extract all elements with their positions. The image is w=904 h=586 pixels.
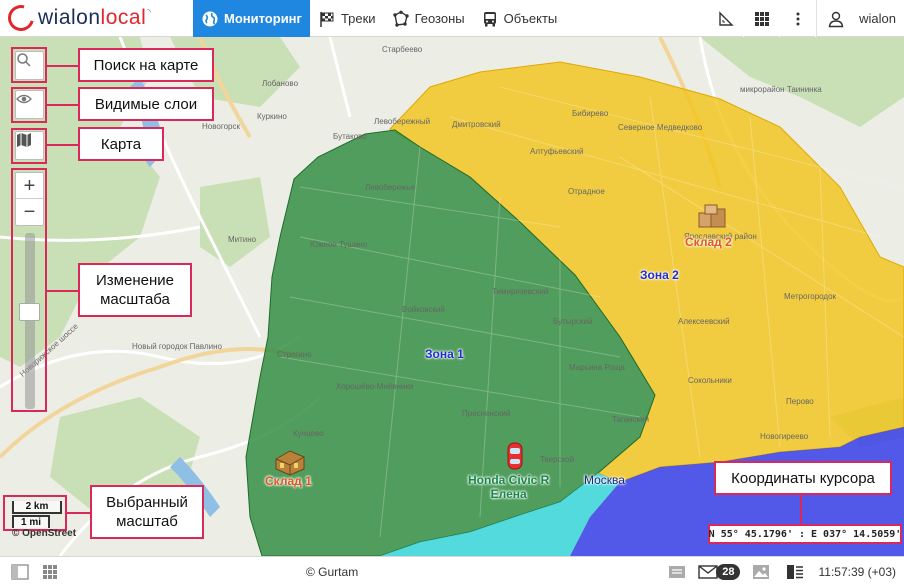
- tab-tracks[interactable]: Треки: [310, 0, 384, 37]
- callout-zoom: Изменение масштаба: [78, 263, 192, 317]
- signal-icon: ◝: [147, 6, 151, 17]
- bus-icon: [483, 11, 496, 26]
- callout-map: Карта: [78, 127, 164, 161]
- grid-icon: [754, 11, 769, 26]
- checkered-flag-icon: [320, 11, 334, 27]
- map-label: Строгино: [277, 350, 312, 359]
- map-label: Бутырский: [553, 317, 593, 326]
- document-list-icon: [787, 565, 804, 579]
- map-label: Южное Тушино: [310, 240, 368, 249]
- copyright: © Gurtam: [306, 565, 359, 579]
- map-label: Сокольники: [688, 376, 732, 385]
- measure-tool-button[interactable]: [708, 0, 745, 37]
- ruler-triangle-icon: [718, 10, 734, 26]
- toggle-widgets-button[interactable]: [38, 562, 62, 582]
- highlight-zoom: [11, 168, 47, 412]
- map-label: Бутаково: [333, 132, 367, 141]
- highlight-map: [11, 128, 47, 164]
- toggle-panel-button[interactable]: [8, 562, 32, 582]
- map-label: Алексеевский: [678, 317, 730, 326]
- messages-button[interactable]: 28: [698, 557, 741, 586]
- server-time: 11:57:39 (+03): [818, 565, 896, 579]
- map-label: Северное Медведково: [618, 123, 703, 132]
- map-label: Лобаново: [262, 79, 299, 88]
- user-menu[interactable]: wialon: [817, 10, 904, 28]
- map-label: микрорайон Таининка: [740, 85, 822, 94]
- map-label: Перово: [786, 397, 814, 406]
- callout-scale: Выбранный масштаб: [90, 485, 204, 539]
- map-label: Войковский: [402, 305, 445, 314]
- image-icon: [753, 565, 770, 579]
- notes-button[interactable]: [664, 557, 690, 586]
- scale-bar: 2 km 1 mi: [8, 500, 66, 530]
- logo-mark-icon: [3, 0, 39, 36]
- cursor-coordinates: N 55° 45.1796' : E 037° 14.5059': [708, 524, 902, 544]
- map-label: Тимирязевский: [492, 287, 549, 296]
- unit-label: Honda Civic R Елена: [468, 473, 550, 501]
- car-icon[interactable]: [507, 442, 523, 470]
- callout-search: Поиск на карте: [78, 48, 214, 82]
- map-label: Новый городок Павлино: [132, 342, 222, 351]
- tab-units[interactable]: Объекты: [473, 0, 566, 37]
- list-card-icon: [669, 566, 686, 578]
- map-label: Хорошёво-Мнёвники: [336, 382, 414, 391]
- top-bar: wialonlocal ◝ Мониторинг Треки Геозоны О…: [0, 0, 904, 37]
- tab-monitoring[interactable]: Мониторинг: [193, 0, 310, 37]
- map-label: Пресненский: [462, 409, 511, 418]
- map-label: Левобережье: [365, 183, 416, 192]
- main-nav: Мониторинг Треки Геозоны Объекты: [193, 0, 565, 37]
- city-label: Москва: [584, 473, 625, 487]
- map-label: Митино: [228, 235, 257, 244]
- apps-grid-button[interactable]: [744, 0, 781, 37]
- images-button[interactable]: [748, 557, 774, 586]
- map-label: Куркино: [257, 112, 287, 121]
- map-label: Марьина Роща: [569, 363, 625, 372]
- map-label: Таганский: [612, 415, 650, 424]
- messages-count-badge: 28: [716, 564, 741, 580]
- panel-icon: [11, 564, 29, 580]
- wialon-logo[interactable]: wialonlocal ◝: [3, 0, 151, 36]
- map-label: Алтуфьевский: [530, 147, 584, 156]
- highlight-layers: [11, 87, 47, 123]
- map-label: Бибирево: [572, 109, 609, 118]
- user-icon: [828, 11, 844, 27]
- map-label: Кунцево: [293, 429, 324, 438]
- more-menu-button[interactable]: [780, 0, 817, 37]
- map-label: Тверской: [540, 455, 575, 464]
- map-label: Новогиреево: [760, 432, 809, 441]
- grid-icon: [43, 565, 57, 579]
- warehouse-2-label: Склад 2: [685, 235, 732, 249]
- top-right-tools: wialon: [708, 0, 904, 37]
- map-attribution[interactable]: © OpenStreet: [12, 528, 76, 539]
- status-bar: © Gurtam 28 11:57:39 (+03): [0, 556, 904, 586]
- zone-1-label: Зона 1: [425, 347, 464, 361]
- zone-2-label: Зона 2: [640, 268, 679, 282]
- map-view[interactable]: Старбеево Лобаново Куркино Новогорск Бут…: [0, 37, 904, 556]
- map-label: Отрадное: [568, 187, 605, 196]
- callout-coords: Координаты курсора: [714, 461, 892, 495]
- map-label: Дмитровский: [452, 120, 501, 129]
- globe-icon: [202, 11, 218, 26]
- geozone-icon: [392, 10, 409, 27]
- map-label: Левобережный: [374, 117, 431, 126]
- tab-geofences[interactable]: Геозоны: [384, 0, 473, 37]
- map-label: Метрогородок: [784, 292, 837, 301]
- notifications-button[interactable]: [782, 557, 808, 586]
- map-label: Старбеево: [382, 45, 423, 54]
- highlight-search: [11, 47, 47, 83]
- warehouse-1-label: Склад 1: [265, 474, 312, 488]
- map-label: Новогорск: [202, 122, 240, 131]
- scale-km: 2 km: [12, 501, 62, 514]
- username: wialon: [859, 11, 896, 26]
- scale-mi: 1 mi: [12, 515, 50, 528]
- callout-layers: Видимые слои: [78, 87, 214, 121]
- kebab-menu-icon: [796, 12, 800, 25]
